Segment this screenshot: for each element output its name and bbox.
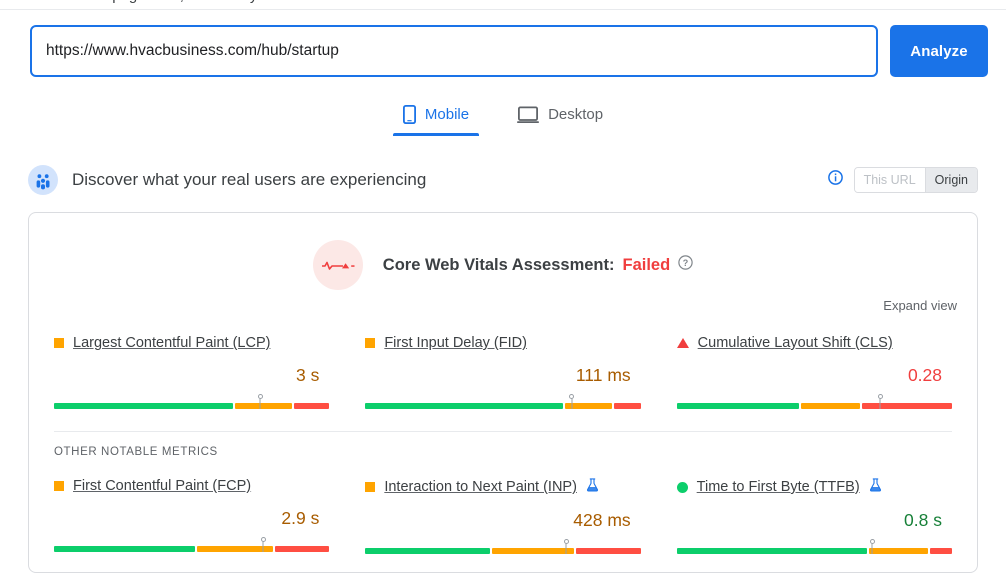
analyze-button[interactable]: Analyze <box>890 25 988 77</box>
info-icon[interactable] <box>827 170 843 190</box>
flask-icon[interactable] <box>586 478 599 496</box>
metric-ttfb-value: 0.8 s <box>904 510 942 530</box>
url-analyze-row: Analyze <box>30 25 988 77</box>
dist-segment-average <box>197 546 274 552</box>
status-badge: Failed <box>622 255 671 274</box>
dist-segment-average <box>800 403 861 409</box>
metric-fcp-distribution <box>54 538 330 552</box>
dist-value-marker <box>565 540 567 554</box>
metric-fcp-header: First Contentful Paint (FCP) <box>54 478 329 494</box>
dist-segment-good <box>54 546 196 552</box>
assessment-text-group: Core Web Vitals Assessment: Failed ? <box>383 255 693 275</box>
discover-title: Discover what your real users are experi… <box>72 170 427 189</box>
metric-fid: First Input Delay (FID) 111 ms <box>365 327 641 409</box>
clipped-header-text: Enter a web page URL, then analyze <box>28 0 273 4</box>
dist-segment-poor <box>930 548 952 554</box>
failed-pulse-icon <box>312 240 363 290</box>
dist-segment-good <box>54 403 234 409</box>
discover-row: Discover what your real users are experi… <box>28 164 978 196</box>
metric-lcp-distribution <box>54 395 330 409</box>
discover-controls: This URL Origin <box>827 167 978 193</box>
dist-segment-average <box>868 548 929 554</box>
dist-segment-good <box>676 403 799 409</box>
dist-segment-good <box>365 548 491 554</box>
metric-fcp: First Contentful Paint (FCP) 2.9 s <box>54 470 330 554</box>
circle-green-icon <box>676 481 688 493</box>
metric-fid-header: First Input Delay (FID) <box>365 335 640 351</box>
tab-desktop[interactable]: Desktop <box>507 101 613 136</box>
scope-toggle-group: This URL Origin <box>853 167 978 193</box>
dist-value-marker <box>259 395 261 409</box>
metric-cls-header: Cumulative Layout Shift (CLS) <box>676 335 952 351</box>
metric-cls-label[interactable]: Cumulative Layout Shift (CLS) <box>698 335 893 351</box>
expand-view-row: Expand view <box>29 290 977 315</box>
crux-report-card: Core Web Vitals Assessment: Failed ? Exp… <box>28 212 978 573</box>
metric-cls-distribution <box>676 395 953 409</box>
metric-fid-value: 111 ms <box>575 365 631 385</box>
dist-segment-poor <box>575 548 641 554</box>
tab-desktop-label: Desktop <box>548 106 604 123</box>
dist-segment-poor <box>275 546 330 552</box>
square-orange-icon <box>54 481 64 491</box>
scope-toggle-origin[interactable]: Origin <box>924 168 977 192</box>
mobile-icon <box>402 105 416 124</box>
triangle-red-icon <box>676 338 689 348</box>
dist-segment-good <box>676 548 867 554</box>
metric-lcp-label[interactable]: Largest Contentful Paint (LCP) <box>73 335 270 351</box>
metric-ttfb-distribution <box>676 540 952 554</box>
help-circle-icon[interactable]: ? <box>678 255 693 275</box>
metric-inp-distribution <box>365 540 641 554</box>
real-users-icon <box>28 165 58 195</box>
url-input[interactable] <box>46 42 862 60</box>
dist-value-marker <box>571 395 573 409</box>
metric-fcp-value: 2.9 s <box>281 508 320 528</box>
dist-segment-poor <box>294 403 330 409</box>
metric-ttfb-header: Time to First Byte (TTFB) <box>676 478 952 496</box>
metric-inp: Interaction to Next Paint (INP) 428 ms <box>365 470 641 554</box>
dist-segment-average <box>235 403 293 409</box>
core-web-vitals-grid: Largest Contentful Paint (LCP) 3 s First… <box>29 315 977 409</box>
metric-cls: Cumulative Layout Shift (CLS) 0.28 <box>676 327 953 409</box>
device-tabs: Mobile Desktop <box>0 101 1006 136</box>
flask-icon[interactable] <box>869 478 882 496</box>
dist-value-marker <box>879 395 881 409</box>
expand-view-link[interactable]: Expand view <box>883 298 957 313</box>
dist-segment-poor <box>862 403 953 409</box>
dist-segment-average <box>492 548 574 554</box>
assessment-label: Core Web Vitals Assessment: <box>382 255 615 274</box>
url-input-container[interactable] <box>30 25 878 77</box>
dist-segment-good <box>365 403 564 409</box>
square-orange-icon <box>365 338 376 348</box>
other-metrics-label: OTHER NOTABLE METRICS <box>54 446 218 458</box>
scope-toggle-this-url: This URL <box>854 168 925 192</box>
metric-cls-value: 0.28 <box>907 365 942 385</box>
dist-value-marker <box>871 540 873 554</box>
metric-fid-distribution <box>365 395 641 409</box>
metric-ttfb-label[interactable]: Time to First Byte (TTFB) <box>697 479 860 495</box>
desktop-icon <box>517 105 540 124</box>
dist-segment-poor <box>613 403 641 409</box>
tab-mobile[interactable]: Mobile <box>392 101 480 136</box>
square-orange-icon <box>54 338 64 348</box>
metric-inp-label[interactable]: Interaction to Next Paint (INP) <box>384 479 577 495</box>
core-web-vitals-assessment: Core Web Vitals Assessment: Failed ? <box>29 240 977 290</box>
metric-lcp-header: Largest Contentful Paint (LCP) <box>54 335 329 351</box>
metric-inp-header: Interaction to Next Paint (INP) <box>365 478 640 496</box>
dist-value-marker <box>262 538 264 552</box>
metric-ttfb: Time to First Byte (TTFB) 0.8 s <box>676 470 952 554</box>
metric-fid-label[interactable]: First Input Delay (FID) <box>384 335 527 351</box>
svg-text:?: ? <box>683 258 689 268</box>
other-metrics-grid: First Contentful Paint (FCP) 2.9 s Inter… <box>29 458 977 554</box>
tab-mobile-label: Mobile <box>424 106 470 123</box>
square-orange-icon <box>365 482 376 492</box>
metric-lcp-value: 3 s <box>295 365 320 385</box>
metric-lcp: Largest Contentful Paint (LCP) 3 s <box>54 327 330 409</box>
clipped-page-header: Enter a web page URL, then analyze <box>0 0 1006 10</box>
metric-fcp-label[interactable]: First Contentful Paint (FCP) <box>73 478 251 494</box>
metric-inp-value: 428 ms <box>573 510 631 530</box>
